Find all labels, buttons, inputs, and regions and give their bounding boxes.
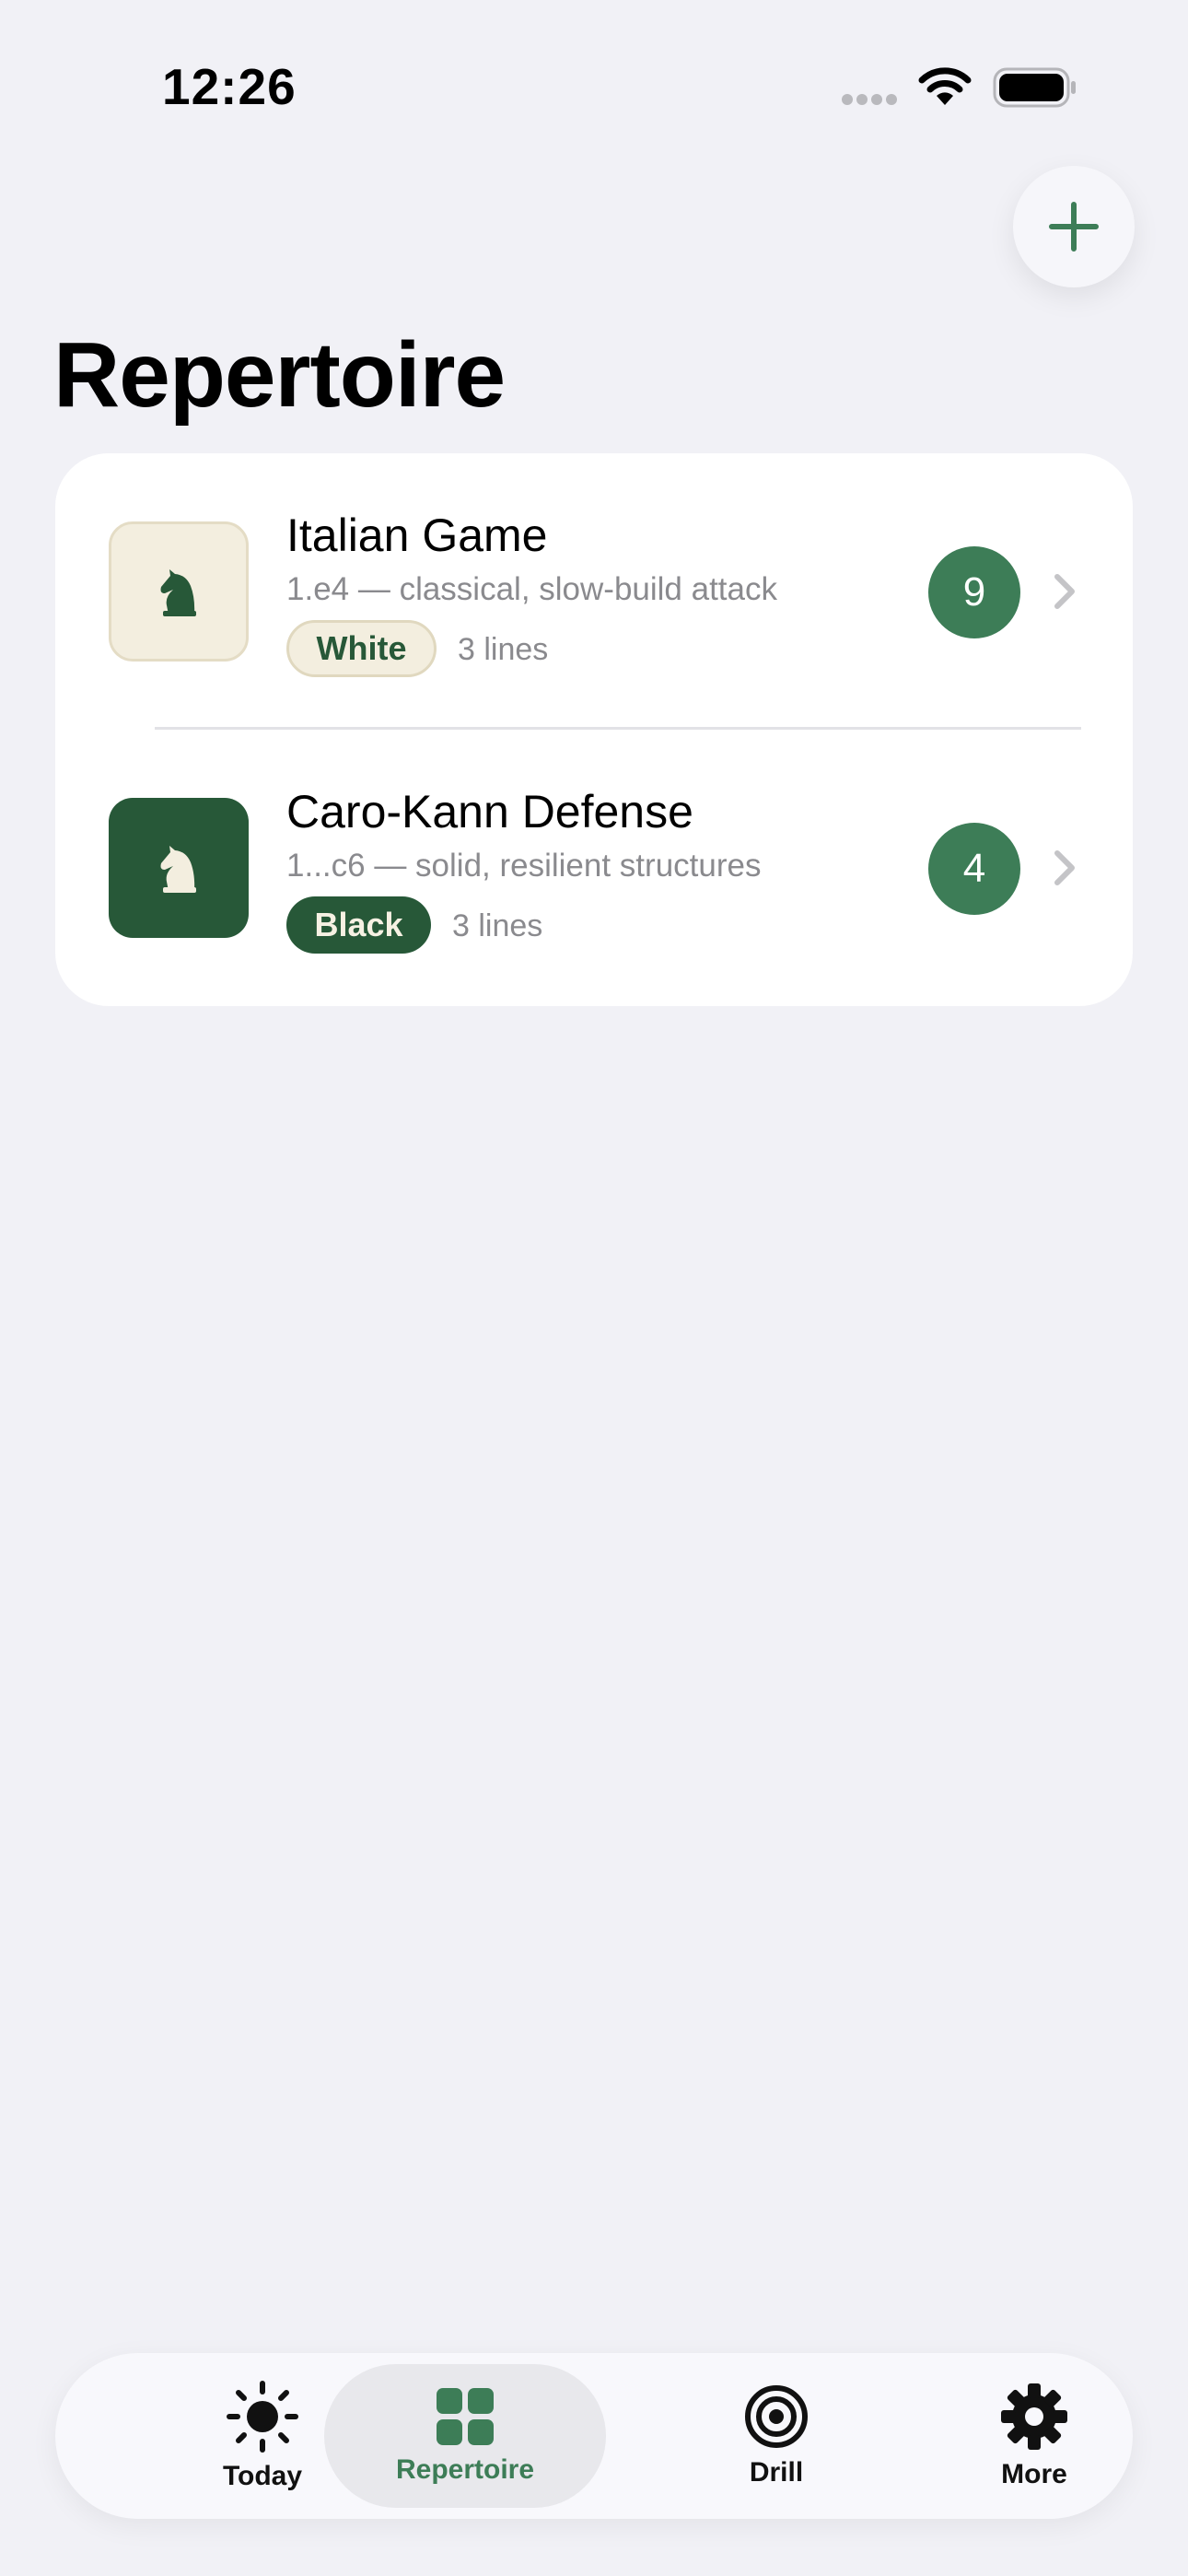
- knight-icon: [160, 846, 196, 893]
- battery-icon: [993, 67, 1076, 108]
- opening-name: Caro-Kann Defense: [286, 786, 693, 837]
- opening-subtitle: 1.e4 — classical, slow-build attack: [286, 571, 777, 607]
- grid-icon: [437, 2388, 494, 2445]
- tab-drill[interactable]: Drill: [661, 2353, 891, 2519]
- side-badge-white: White: [286, 620, 437, 677]
- status-time: 12:26: [162, 58, 297, 115]
- tab-label: More: [1001, 2459, 1067, 2489]
- tab-label: Today: [222, 2461, 303, 2491]
- chevron-right-icon: [1054, 574, 1075, 609]
- opening-subtitle: 1...c6 — solid, resilient structures: [286, 848, 762, 884]
- chevron-right-icon: [1054, 850, 1075, 885]
- opening-tile: [109, 798, 249, 938]
- line-count: 3 lines: [458, 632, 549, 667]
- tab-label: Drill: [749, 2457, 804, 2488]
- sun-icon: [227, 2381, 298, 2453]
- opening-row-caro-kann-defense[interactable]: Caro-Kann Defense 1...c6 — solid, resili…: [55, 730, 1133, 1006]
- tab-more[interactable]: More: [919, 2353, 1149, 2519]
- opening-row-italian-game[interactable]: Italian Game 1.e4 — classical, slow-buil…: [55, 453, 1133, 730]
- tab-repertoire[interactable]: Repertoire: [324, 2364, 606, 2508]
- side-badge-black: Black: [286, 896, 431, 954]
- wifi-icon: [918, 67, 972, 105]
- gear-icon: [1001, 2383, 1067, 2450]
- repertoire-list: Italian Game 1.e4 — classical, slow-buil…: [55, 453, 1133, 1006]
- tab-label: Repertoire: [395, 2454, 535, 2485]
- opening-name: Italian Game: [286, 509, 548, 561]
- plus-icon: [1049, 202, 1099, 252]
- due-count-badge: 9: [928, 546, 1020, 638]
- opening-tile: [109, 521, 249, 662]
- target-icon: [745, 2385, 808, 2448]
- cellular-signal-icon: [842, 93, 903, 106]
- status-bar: 12:26: [0, 0, 1188, 175]
- add-opening-button[interactable]: [1013, 166, 1135, 287]
- page-title: Repertoire: [53, 323, 506, 427]
- due-count-badge: 4: [928, 823, 1020, 915]
- knight-icon: [160, 569, 196, 616]
- tab-bar: Today Repertoire Drill More: [55, 2353, 1133, 2519]
- line-count: 3 lines: [452, 908, 543, 943]
